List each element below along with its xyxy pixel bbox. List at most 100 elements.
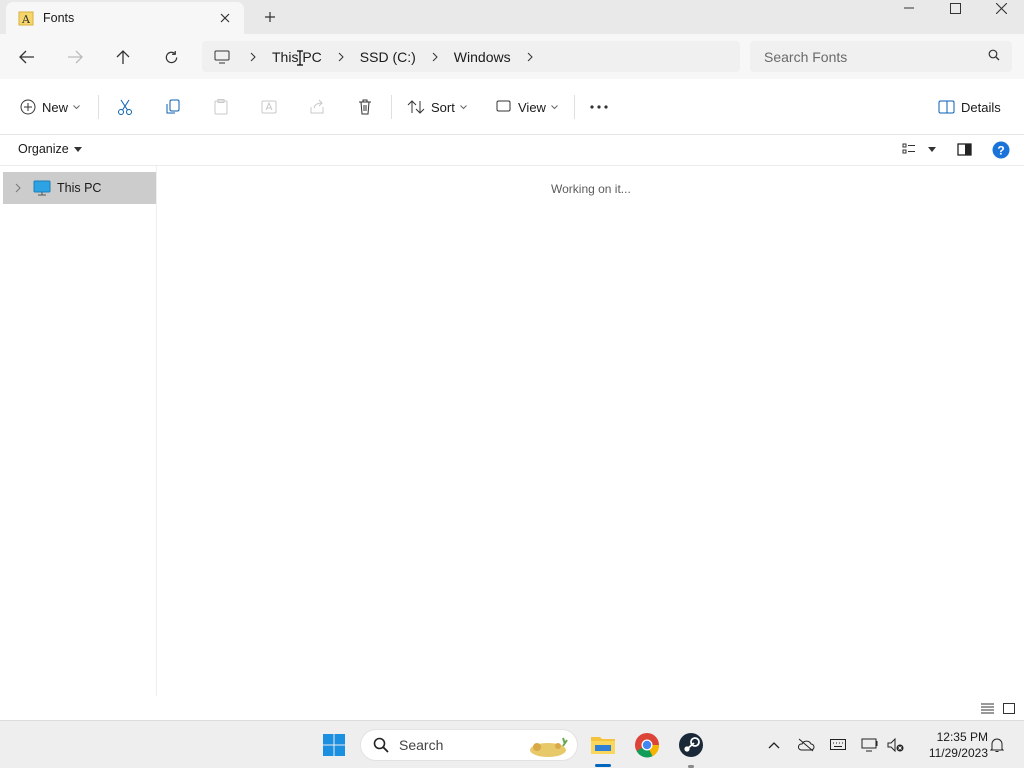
details-pane-icon — [938, 100, 955, 114]
breadcrumb-ssd-c[interactable]: SSD (C:) — [352, 49, 424, 65]
chevron-down-icon — [551, 104, 558, 109]
rename-button[interactable] — [260, 93, 278, 121]
bell-icon — [990, 738, 1004, 752]
breadcrumb-windows[interactable]: Windows — [446, 49, 519, 65]
steam-taskbar-button[interactable] — [675, 729, 707, 761]
network-tray-icon[interactable] — [860, 735, 880, 755]
new-label: New — [42, 99, 69, 115]
details-view-toggle[interactable] — [978, 700, 996, 716]
organize-menu[interactable]: Organize — [18, 142, 82, 156]
refresh-button[interactable] — [157, 44, 185, 70]
new-button[interactable]: New — [20, 93, 80, 121]
paste-icon — [214, 99, 228, 115]
nav-item-this-pc[interactable]: This PC — [3, 172, 156, 204]
forward-button[interactable] — [61, 44, 89, 70]
details-view-icon — [980, 703, 994, 713]
help-button[interactable]: ? — [992, 141, 1010, 162]
active-app-indicator — [595, 764, 611, 767]
this-pc-icon — [214, 50, 232, 64]
navigation-pane: This PC — [0, 166, 157, 696]
copy-icon — [166, 99, 180, 114]
divider — [98, 95, 99, 119]
delete-button[interactable] — [356, 93, 374, 121]
cut-icon — [118, 99, 132, 115]
share-icon — [310, 99, 324, 114]
taskbar-search[interactable]: Search — [360, 729, 578, 761]
chevron-right-icon[interactable] — [330, 52, 352, 62]
sort-label: Sort — [431, 99, 455, 115]
up-button[interactable] — [109, 44, 137, 70]
paste-button[interactable] — [212, 93, 230, 121]
more-options-button[interactable] — [590, 93, 608, 121]
preview-pane-button[interactable] — [957, 143, 972, 159]
address-row: This PC SSD (C:) Windows Search Fonts — [0, 34, 1024, 79]
chrome-icon — [635, 733, 660, 758]
command-bar: New Sort View Details — [0, 79, 1024, 135]
tab-fonts[interactable]: A Fonts — [6, 2, 244, 34]
chrome-taskbar-button[interactable] — [631, 729, 663, 761]
file-explorer-taskbar-button[interactable] — [587, 729, 619, 761]
windows-logo-icon — [323, 734, 345, 756]
keyboard-tray-icon[interactable] — [828, 735, 848, 755]
onedrive-tray-icon[interactable] — [796, 735, 816, 755]
trash-icon — [359, 99, 371, 115]
tab-title: Fonts — [43, 11, 75, 25]
cut-button[interactable] — [116, 93, 134, 121]
taskbar-search-label: Search — [399, 737, 444, 753]
new-tab-button[interactable] — [258, 6, 282, 28]
divider — [391, 95, 392, 119]
details-button[interactable]: Details — [938, 93, 1001, 121]
copy-button[interactable] — [164, 93, 182, 121]
computer-icon — [33, 180, 51, 196]
start-button[interactable] — [318, 729, 350, 761]
sort-icon — [407, 100, 425, 114]
organize-label: Organize — [18, 142, 69, 156]
search-highlight-icon — [530, 737, 568, 757]
close-window-button[interactable] — [978, 0, 1024, 16]
file-list-area[interactable]: Working on it... — [157, 166, 1024, 696]
rename-icon — [261, 100, 277, 114]
search-icon — [988, 49, 1000, 64]
view-icon — [496, 100, 511, 112]
clock-date: 11/29/2023 — [928, 746, 988, 760]
change-view-button[interactable] — [902, 143, 936, 155]
share-button[interactable] — [308, 93, 326, 121]
fonts-folder-icon: A — [18, 11, 34, 26]
steam-icon — [679, 733, 703, 757]
large-icons-toggle[interactable] — [1000, 700, 1018, 716]
details-label: Details — [961, 99, 1001, 115]
chevron-right-icon[interactable] — [242, 52, 264, 62]
search-input[interactable]: Search Fonts — [764, 49, 988, 65]
svg-text:A: A — [21, 13, 31, 26]
view-label: View — [518, 99, 546, 115]
chevron-down-icon — [459, 104, 467, 109]
keyboard-icon — [830, 739, 846, 750]
back-button[interactable] — [13, 44, 41, 70]
address-bar[interactable]: This PC SSD (C:) Windows — [202, 41, 740, 72]
help-icon: ? — [992, 141, 1010, 159]
plus-circle-icon — [20, 99, 36, 115]
view-button[interactable]: View — [496, 93, 558, 121]
title-bar: A Fonts — [0, 0, 1024, 34]
file-explorer-icon — [591, 737, 615, 754]
search-box[interactable]: Search Fonts — [750, 41, 1012, 72]
organize-bar: Organize ? — [0, 135, 1024, 166]
show-hidden-icons-button[interactable] — [764, 735, 784, 755]
chevron-right-icon[interactable] — [9, 183, 27, 193]
chevron-down-icon — [73, 104, 80, 109]
maximize-button[interactable] — [932, 0, 978, 16]
volume-tray-icon[interactable] — [886, 735, 906, 755]
preview-pane-icon — [957, 143, 972, 156]
taskbar: Search 12:35 PM 11/29/2023 — [0, 720, 1024, 768]
svg-text:?: ? — [997, 144, 1004, 158]
divider — [574, 95, 575, 119]
notifications-button[interactable] — [987, 735, 1007, 755]
chevron-right-icon[interactable] — [519, 52, 541, 62]
caret-down-icon — [928, 146, 936, 152]
sort-button[interactable]: Sort — [407, 93, 467, 121]
clock[interactable]: 12:35 PM 11/29/2023 — [912, 729, 988, 761]
close-tab-icon[interactable] — [214, 7, 236, 29]
nav-item-label: This PC — [57, 181, 102, 195]
minimize-button[interactable] — [886, 0, 932, 16]
chevron-right-icon[interactable] — [424, 52, 446, 62]
